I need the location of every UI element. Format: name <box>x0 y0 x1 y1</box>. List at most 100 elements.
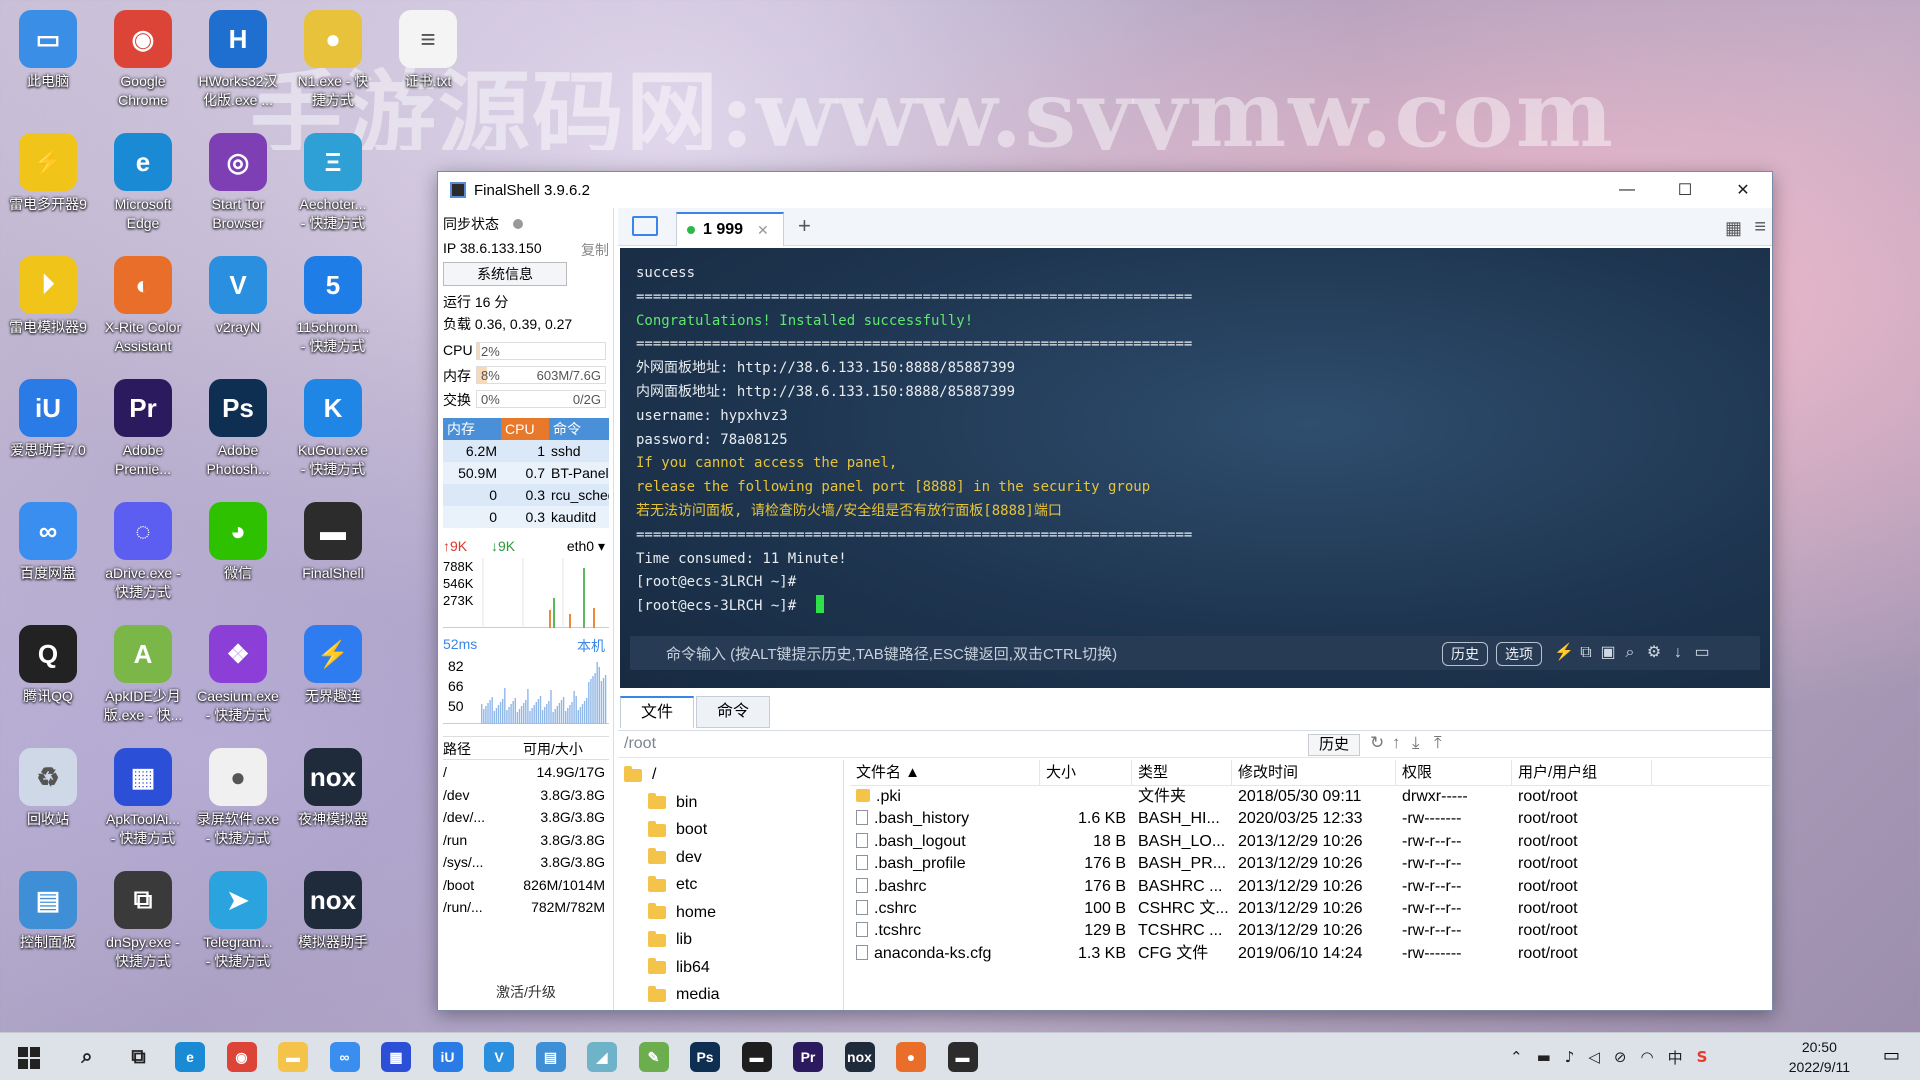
upload-icon[interactable]: ⤒ <box>1434 733 1442 753</box>
process-row[interactable]: 0 0.3 kauditd <box>443 506 609 528</box>
path-input[interactable]: /root <box>624 735 656 753</box>
title-bar[interactable]: FinalShell 3.9.6.2 — ☐ ✕ <box>438 172 1772 208</box>
desktop-icon-7[interactable]: ◎ Start Tor Browser <box>192 133 284 233</box>
folder-open-icon[interactable] <box>632 216 658 236</box>
process-col-mem[interactable]: 内存 <box>443 418 501 440</box>
file-row[interactable]: .cshrc 100 B CSHRC 文... 2013/12/29 10:26 -rw… <box>850 898 1770 920</box>
ping-host[interactable]: 本机 <box>577 636 605 656</box>
tree-node[interactable]: boot <box>648 817 707 843</box>
system-info-button[interactable]: 系统信息 <box>443 262 567 286</box>
download-icon[interactable]: ⤓ <box>1412 733 1420 753</box>
desktop-icon-13[interactable]: iU 爱思助手7.0 <box>2 379 94 460</box>
copy-ip-button[interactable]: 复制 <box>581 240 609 260</box>
filesystem-row[interactable]: /boot 826M/1014M <box>443 874 609 897</box>
col-modified[interactable]: 修改时间 <box>1232 760 1396 785</box>
tree-node[interactable]: media <box>648 982 720 1008</box>
tray-sogou-icon[interactable]: S <box>1697 1048 1708 1066</box>
finalshell-taskbar-icon[interactable]: ▬ <box>947 1042 978 1072</box>
edge-icon[interactable]: e <box>175 1042 205 1072</box>
desktop-icon-19[interactable]: ◕ 微信 <box>192 502 284 583</box>
file-row[interactable]: anaconda-ks.cfg 1.3 KB CFG 文件 2019/06/10 14… <box>850 943 1770 965</box>
file-row[interactable]: .tcshrc 129 B TCSHRC ... 2013/12/29 10:26 -r… <box>850 920 1770 942</box>
tool-icon[interactable]: ◢ <box>587 1042 617 1072</box>
tree-node[interactable]: dev <box>648 845 702 871</box>
filesystem-row[interactable]: /dev/... 3.8G/3.8G <box>443 806 609 829</box>
notification-icon[interactable]: ▭ <box>1883 1045 1900 1066</box>
tray-ime-icon[interactable]: 中 <box>1668 1047 1683 1068</box>
filesystem-row[interactable]: /run 3.8G/3.8G <box>443 829 609 852</box>
lightning-icon[interactable]: ⚡ <box>1554 643 1574 663</box>
control-panel-icon[interactable]: ▤ <box>535 1042 566 1072</box>
refresh-icon[interactable]: ↻ <box>1370 733 1384 753</box>
tab-commands[interactable]: 命令 <box>696 696 770 728</box>
tree-node[interactable]: lib64 <box>648 955 710 981</box>
desktop-icon-5[interactable]: ⚡ 雷电多开器9 <box>2 133 94 214</box>
command-input[interactable]: 命令输入 (按ALT键提示历史,TAB键路径,ESC键返回,双击CTRL切换) … <box>630 636 1760 670</box>
desktop-icon-23[interactable]: ❖ Caesium.exe - 快捷方式 <box>192 625 284 725</box>
desktop-icon-32[interactable]: nox 模拟器助手 <box>287 871 379 952</box>
explorer-icon[interactable]: ▬ <box>278 1042 308 1072</box>
desktop-icon-2[interactable]: H HWorks32汉 化版.exe ... <box>192 10 284 110</box>
path-history-button[interactable]: 历史 <box>1308 734 1360 756</box>
search-icon[interactable]: ⌕ <box>72 1042 102 1072</box>
command-options-button[interactable]: 选项 <box>1496 642 1542 666</box>
terminal-icon[interactable]: ▬ <box>741 1042 772 1072</box>
col-filename[interactable]: 文件名 ▲ <box>850 760 1040 785</box>
desktop-icon-3[interactable]: ● N1.exe - 快 捷方式 <box>287 10 379 110</box>
desktop-icon-10[interactable]: ◐ X-Rite Color Assistant <box>97 256 189 356</box>
desktop-icon-14[interactable]: Pr Adobe Premie... <box>97 379 189 479</box>
desktop-icon-24[interactable]: ⚡ 无界趣连 <box>287 625 379 706</box>
desktop-icon-20[interactable]: ▬ FinalShell <box>287 502 379 583</box>
fullscreen-icon[interactable]: ▭ <box>1692 643 1712 663</box>
desktop-icon-8[interactable]: Ξ Aechoter... - 快捷方式 <box>287 133 379 233</box>
desktop-icon-4[interactable]: ≡ 证书.txt <box>382 10 474 91</box>
settings-gear-icon[interactable]: ⚙ <box>1644 643 1664 663</box>
tree-node[interactable]: bin <box>648 790 697 816</box>
maximize-button[interactable]: ☐ <box>1656 172 1714 208</box>
minimize-button[interactable]: — <box>1598 172 1656 208</box>
desktop-icon-28[interactable]: nox 夜神模拟器 <box>287 748 379 829</box>
search-icon[interactable]: ⌕ <box>1620 643 1640 663</box>
finalshell-window[interactable]: FinalShell 3.9.6.2 — ☐ ✕ 同步状态 IP 38.6.13… <box>437 171 1773 1011</box>
menu-icon[interactable]: ≡ <box>1754 216 1766 239</box>
paste-icon[interactable]: ▣ <box>1598 643 1618 663</box>
clock[interactable]: 20:50 2022/9/11 <box>1789 1037 1850 1077</box>
process-col-cmd[interactable]: 命令 <box>549 418 609 440</box>
desktop-icon-12[interactable]: 5 115chrom... - 快捷方式 <box>287 256 379 356</box>
file-row[interactable]: .bashrc 176 B BASHRC ... 2013/12/29 10:26 -r… <box>850 876 1770 898</box>
desktop-icon-9[interactable]: ⏵ 雷电模拟器9 <box>2 256 94 337</box>
activate-upgrade-link[interactable]: 激活/升级 <box>438 982 614 1002</box>
tray-display-icon[interactable]: ⊘ <box>1614 1048 1627 1066</box>
filesystem-row[interactable]: /sys/... 3.8G/3.8G <box>443 851 609 874</box>
tray-mic-icon[interactable]: ♪ <box>1565 1048 1575 1066</box>
notepad-icon[interactable]: ✎ <box>638 1042 669 1072</box>
col-size[interactable]: 大小 <box>1040 760 1132 785</box>
filesystem-row[interactable]: /dev 3.8G/3.8G <box>443 784 609 807</box>
tree-node[interactable]: home <box>648 900 716 926</box>
task-view-icon[interactable]: ⧉ <box>124 1042 154 1072</box>
desktop-icon-30[interactable]: ⧉ dnSpy.exe - 快捷方式 <box>97 871 189 971</box>
desktop-icon-15[interactable]: Ps Adobe Photosh... <box>192 379 284 479</box>
download-arrow-icon[interactable]: ↓ <box>1668 643 1688 663</box>
baidu-netdisk-icon[interactable]: ∞ <box>329 1042 360 1072</box>
terminal-output[interactable]: success =================================… <box>620 248 1770 688</box>
process-row[interactable]: 50.9M 0.7 BT-Panel <box>443 462 609 484</box>
desktop-icon-31[interactable]: ➤ Telegram... - 快捷方式 <box>192 871 284 971</box>
desktop-icon-27[interactable]: ● 录屏软件.exe - 快捷方式 <box>192 748 284 848</box>
filesystem-row[interactable]: / 14.9G/17G <box>443 761 609 784</box>
close-button[interactable]: ✕ <box>1714 172 1772 208</box>
process-row[interactable]: 6.2M 1 sshd <box>443 440 609 462</box>
desktop-icon-25[interactable]: ♻ 回收站 <box>2 748 94 829</box>
col-type[interactable]: 类型 <box>1132 760 1232 785</box>
desktop-icon-6[interactable]: e Microsoft Edge <box>97 133 189 233</box>
grid-view-icon[interactable]: ▦ <box>1725 218 1742 239</box>
v2rayn-icon[interactable]: V <box>484 1042 514 1072</box>
desktop-icon-1[interactable]: ◉ Google Chrome <box>97 10 189 110</box>
desktop-icon-18[interactable]: ◌ aDrive.exe - 快捷方式 <box>97 502 189 602</box>
file-row[interactable]: .bash_history 1.6 KB BASH_HI... 2020/03/25 … <box>850 808 1770 830</box>
start-windows-icon[interactable] <box>18 1047 40 1069</box>
file-row[interactable]: .bash_profile 176 B BASH_PR... 2013/12/29 1… <box>850 853 1770 875</box>
filesystem-row[interactable]: /run/... 782M/782M <box>443 896 609 919</box>
tray-chevron-icon[interactable]: ⌃ <box>1510 1048 1523 1066</box>
go-up-icon[interactable]: ↑ <box>1392 733 1401 753</box>
